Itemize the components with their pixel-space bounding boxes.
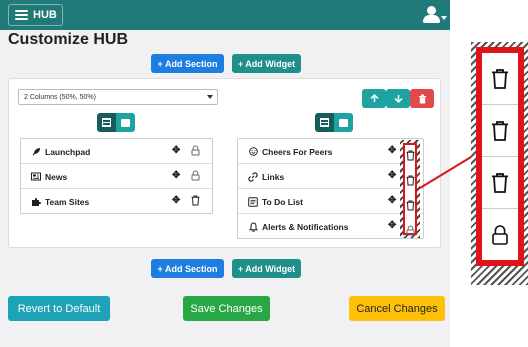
callout-cell (482, 53, 518, 105)
callout-zoom-panel (476, 47, 524, 266)
callout-cell (482, 209, 518, 261)
lock-icon (492, 225, 508, 245)
callout-cell (482, 105, 518, 157)
trash-icon (492, 68, 508, 89)
trash-icon (492, 172, 508, 193)
callout-cell (482, 157, 518, 209)
trash-icon (492, 120, 508, 141)
callout-connector (419, 153, 477, 189)
